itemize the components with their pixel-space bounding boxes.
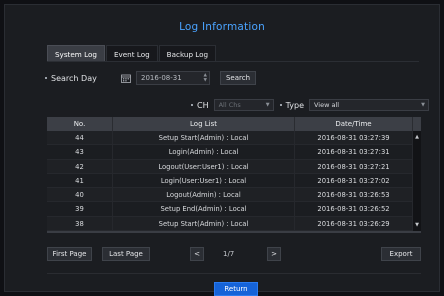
table-row[interactable]: 44 Setup Start(Admin) : Local 2016-08-31… [47,131,421,146]
tab-backup-log[interactable]: Backup Log [158,45,217,62]
cell-no: 38 [47,216,113,231]
table-body: 44 Setup Start(Admin) : Local 2016-08-31… [47,131,421,232]
calendar-icon[interactable] [121,74,131,83]
tabs-divider [47,61,419,62]
cell-datetime: 2016-08-31 03:27:02 [295,173,413,188]
tab-system-log[interactable]: System Log [47,45,105,62]
next-page-button[interactable]: > [267,247,281,261]
chevron-down-icon: ▼ [421,102,425,108]
table-row[interactable]: 40 Logout(Admin) : Local 2016-08-31 03:2… [47,188,421,203]
cell-datetime: 2016-08-31 03:27:39 [295,131,413,145]
cell-no: 39 [47,202,113,216]
last-page-button[interactable]: Last Page [102,247,150,261]
filter-row: CH All Chs ▼ Type View all ▼ [191,98,429,112]
header-date-time: Date/Time [295,117,413,131]
footer-divider [47,273,421,274]
label-marker [191,104,193,106]
table-row[interactable]: 43 Login(Admin) : Local 2016-08-31 03:27… [47,145,421,160]
header-no: No. [47,117,113,131]
type-select-value: View all [313,101,340,109]
cell-log: Login(User:User1) : Local [113,173,295,188]
label-marker [45,77,47,79]
scroll-up-icon[interactable]: ▲ [413,133,421,141]
previous-page-button[interactable]: < [190,247,204,261]
cell-log: Setup Start(Admin) : Local [113,216,295,231]
search-date-field[interactable]: 2016-08-31 ▲ ▼ [136,71,210,85]
type-select[interactable]: View all ▼ [308,99,429,111]
table-row[interactable]: 42 Logout(User:User1) : Local 2016-08-31… [47,159,421,174]
tab-event-log[interactable]: Event Log [105,45,158,62]
first-page-button[interactable]: First Page [47,247,92,261]
log-information-window: Log Information System Log Event Log Bac… [4,4,440,296]
log-tabs: System Log Event Log Backup Log [47,45,217,62]
ch-select[interactable]: All Chs ▼ [213,99,274,111]
cell-log: Login(Admin) : Local [113,145,295,159]
cell-no: 43 [47,145,113,159]
cell-datetime: 2016-08-31 03:26:29 [295,216,413,231]
table-header: No. Log List Date/Time [47,117,421,131]
header-scroll-spacer [413,117,421,131]
log-table: No. Log List Date/Time 44 Setup Start(Ad… [47,117,421,234]
table-bottom-border [47,231,421,234]
search-button[interactable]: Search [220,71,256,85]
table-scrollbar[interactable]: ▲ ▼ [413,131,421,232]
cell-no: 41 [47,173,113,188]
label-marker [279,104,282,106]
table-row[interactable]: 41 Login(User:User1) : Local 2016-08-31 … [47,173,421,189]
return-button[interactable]: Return [214,282,258,296]
cell-datetime: 2016-08-31 03:27:21 [295,159,413,173]
cell-datetime: 2016-08-31 03:26:53 [295,188,413,202]
ch-label: CH [197,100,209,110]
page-indicator: 1/7 [223,250,235,258]
scroll-down-icon[interactable]: ▼ [413,221,421,229]
search-day-row: Search Day 2016-08-31 ▲ ▼ Search [45,70,256,86]
cell-log: Logout(Admin) : Local [113,188,295,202]
export-button[interactable]: Export [381,247,421,261]
cell-no: 40 [47,188,113,202]
cell-log: Logout(User:User1) : Local [113,159,295,173]
cell-log: Setup End(Admin) : Local [113,202,295,216]
cell-no: 44 [47,131,113,145]
pagination-bar: First Page Last Page < 1/7 > Export [47,247,421,261]
type-label: Type [285,100,304,110]
cell-no: 42 [47,159,113,173]
ch-select-value: All Chs [218,101,241,109]
search-day-label: Search Day [51,73,97,83]
chevron-down-icon: ▼ [265,102,270,108]
cell-datetime: 2016-08-31 03:27:31 [295,145,413,159]
header-log-list: Log List [113,117,295,131]
window-title: Log Information [179,21,265,33]
search-date-value: 2016-08-31 [141,74,182,82]
cell-datetime: 2016-08-31 03:26:52 [295,202,413,216]
date-stepper-icon[interactable]: ▲ ▼ [204,73,207,83]
table-row[interactable]: 38 Setup Start(Admin) : Local 2016-08-31… [47,216,421,232]
cell-log: Setup Start(Admin) : Local [113,131,295,145]
table-row[interactable]: 39 Setup End(Admin) : Local 2016-08-31 0… [47,202,421,217]
